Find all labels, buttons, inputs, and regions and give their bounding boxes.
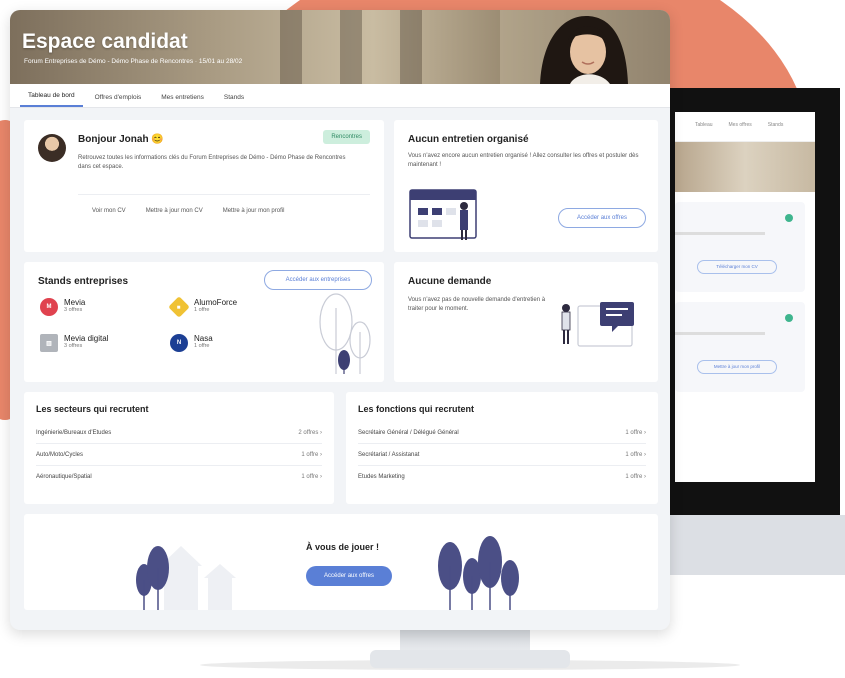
list-item[interactable]: Secrétariat / Assistanat 1 offre › xyxy=(358,444,646,466)
sector-label: Ingénierie/Bureaux d'Etudes xyxy=(36,429,112,436)
back-nav-item[interactable]: Stands xyxy=(768,122,784,131)
stand-item[interactable]: ◆ AlumoForce 1 offre xyxy=(168,296,238,318)
tab-interviews[interactable]: Mes entretiens xyxy=(153,94,212,107)
function-label: Etudes Marketing xyxy=(358,474,405,480)
stand-name: Mevia xyxy=(64,298,86,307)
function-label: Secrétariat / Assistanat xyxy=(358,451,420,458)
header-banner: Espace candidat Forum Entreprises de Dém… xyxy=(10,10,670,84)
update-cv-link[interactable]: Mettre à jour mon CV xyxy=(146,208,203,214)
back-card: Mettre à jour mon profil xyxy=(675,302,805,392)
divider xyxy=(78,194,370,195)
welcome-card: Bonjour Jonah 😊 Rencontres Retrouvez tou… xyxy=(24,120,384,252)
function-label: Secrétaire Général / Délégué Général xyxy=(358,429,459,436)
functions-title: Les fonctions qui recrutent xyxy=(358,404,475,414)
trees-illustration-icon xyxy=(438,536,519,610)
play-title: À vous de jouer ! xyxy=(306,542,380,552)
text-line xyxy=(675,232,765,235)
houses-trees-illustration-icon xyxy=(136,546,236,610)
interviews-card: Aucun entretien organisé Vous n'avez enc… xyxy=(394,120,658,252)
tab-job-offers[interactable]: Offres d'emplois xyxy=(87,94,150,107)
interviews-text: Vous n'avez encore aucun entretien organ… xyxy=(408,153,639,169)
monitor-stand-base xyxy=(370,650,570,668)
function-count: 1 offre › xyxy=(625,474,646,480)
stand-item[interactable]: ▥ Mevia digital 3 offres xyxy=(40,334,108,352)
stand-offers: 3 offres xyxy=(64,343,83,349)
status-dot xyxy=(785,314,793,322)
stand-offers: 3 offres xyxy=(64,307,83,313)
play-card: À vous de jouer ! Accéder aux offres xyxy=(24,514,658,610)
functions-card: Les fonctions qui recrutent Secrétaire G… xyxy=(346,392,658,504)
main-tabs: Tableau de bord Offres d'emplois Mes ent… xyxy=(10,84,670,108)
company-logo-icon: M xyxy=(40,298,58,316)
sector-count: 2 offres › xyxy=(298,429,322,436)
promo-stage: Tableau Mes offres Stands Télécharger mo… xyxy=(0,0,845,678)
tab-dashboard[interactable]: Tableau de bord xyxy=(20,92,83,107)
page-title: Espace candidat xyxy=(22,30,188,53)
company-logo-icon: N xyxy=(170,334,188,352)
back-monitor-chin xyxy=(640,515,845,575)
sector-label: Aéronautique/Spatial xyxy=(36,474,92,480)
back-update-profile-button[interactable]: Mettre à jour mon profil xyxy=(697,360,777,374)
welcome-greeting: Bonjour Jonah 😊 xyxy=(78,134,164,145)
banner-window xyxy=(400,10,422,84)
stand-item[interactable]: N Nasa 1 offre xyxy=(170,334,213,352)
back-monitor-screen: Tableau Mes offres Stands Télécharger mo… xyxy=(675,112,815,482)
list-item[interactable]: Aéronautique/Spatial 1 offre › xyxy=(36,466,322,488)
text-line xyxy=(675,332,765,335)
back-nav-item[interactable]: Tableau xyxy=(695,122,713,131)
sector-label: Auto/Moto/Cycles xyxy=(36,451,84,458)
welcome-text: Retrouvez toutes les informations clés d… xyxy=(78,155,346,171)
update-profile-link[interactable]: Mettre à jour mon profil xyxy=(223,208,285,214)
requests-title: Aucune demande xyxy=(408,276,492,287)
back-nav-item[interactable]: Mes offres xyxy=(729,122,752,131)
tab-stands[interactable]: Stands xyxy=(216,94,252,107)
trees-illustration-icon xyxy=(319,293,371,374)
requests-card: Aucune demande Vous n'avez pas de nouvel… xyxy=(394,262,658,382)
stand-offers: 1 offre xyxy=(194,307,210,313)
sectors-card: Les secteurs qui recrutent Ingénierie/Bu… xyxy=(24,392,334,504)
list-item[interactable]: Secrétaire Général / Délégué Général 1 o… xyxy=(358,422,646,444)
sectors-title: Les secteurs qui recrutent xyxy=(36,404,149,414)
stand-item[interactable]: M Mevia 3 offres xyxy=(40,298,85,316)
profile-links: Voir mon CV Mettre à jour mon CV Mettre … xyxy=(92,208,284,214)
access-companies-button[interactable]: Accéder aux entreprises xyxy=(264,270,372,290)
view-cv-link[interactable]: Voir mon CV xyxy=(92,208,126,214)
back-download-cv-button[interactable]: Télécharger mon CV xyxy=(697,260,777,274)
back-banner-photo xyxy=(675,142,815,192)
stands-title: Stands entreprises xyxy=(38,276,129,287)
messages-illustration-icon xyxy=(561,302,634,347)
banner-window xyxy=(340,10,362,84)
event-subtitle: Forum Entreprises de Démo - Démo Phase d… xyxy=(24,58,243,65)
stand-offers: 1 offre xyxy=(194,343,210,349)
status-badge: Rencontres xyxy=(323,130,370,144)
sector-count: 1 offre › xyxy=(301,474,322,480)
list-item[interactable]: Auto/Moto/Cycles 1 offre › xyxy=(36,444,322,466)
calendar-illustration-icon xyxy=(409,189,477,240)
stand-name: AlumoForce xyxy=(194,298,238,307)
stands-card: Stands entreprises Accéder aux entrepris… xyxy=(24,262,384,382)
company-logo-icon: ◆ xyxy=(168,296,190,318)
front-monitor: Espace candidat Forum Entreprises de Dém… xyxy=(10,10,670,630)
access-offers-button[interactable]: Accéder aux offres xyxy=(558,208,646,228)
function-count: 1 offre › xyxy=(625,451,646,458)
interviews-title: Aucun entretien organisé xyxy=(408,134,529,145)
back-card: Télécharger mon CV xyxy=(675,202,805,292)
company-logo-icon: ▥ xyxy=(40,334,58,352)
requests-text: Vous n'avez pas de nouvelle demande d'en… xyxy=(408,297,546,313)
status-dot xyxy=(785,214,793,222)
stand-name: Nasa xyxy=(194,334,213,343)
access-offers-cta-button[interactable]: Accéder aux offres xyxy=(306,566,392,586)
stand-name: Mevia digital xyxy=(64,334,109,343)
function-count: 1 offre › xyxy=(625,429,646,436)
list-item[interactable]: Ingénierie/Bureaux d'Etudes 2 offres › xyxy=(36,422,322,444)
banner-window xyxy=(280,10,302,84)
list-item[interactable]: Etudes Marketing 1 offre › xyxy=(358,466,646,488)
sector-count: 1 offre › xyxy=(301,451,322,458)
back-nav: Tableau Mes offres Stands xyxy=(675,112,815,142)
avatar xyxy=(38,134,66,162)
candidate-photo xyxy=(500,10,670,84)
